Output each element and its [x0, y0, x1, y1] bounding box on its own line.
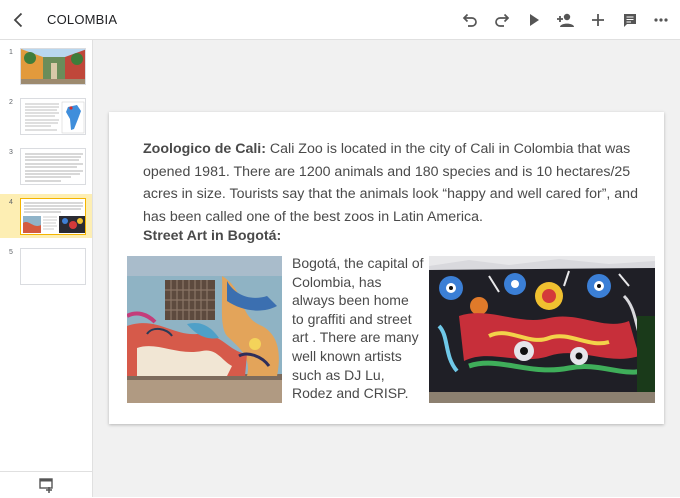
street-art-text[interactable]: Bogotá, the capital of Colombia, has alw…	[292, 254, 424, 403]
sidebar-footer	[0, 471, 92, 497]
back-icon[interactable]	[9, 10, 29, 30]
graffiti-photo[interactable]	[429, 256, 655, 403]
text-only-thumbnail	[20, 148, 86, 185]
slide-thumbnail-2[interactable]: 2	[0, 94, 92, 138]
document-title: COLOMBIA	[47, 12, 118, 27]
add-slide-icon[interactable]	[39, 478, 54, 493]
slide-canvas: Zoologico de Cali: Cali Zoo is located i…	[93, 40, 680, 497]
slide-number: 1	[9, 49, 13, 56]
comment-icon[interactable]	[620, 10, 640, 30]
zoo-heading: Zoologico de Cali:	[143, 141, 266, 157]
slide-thumbnail-5[interactable]: 5	[0, 244, 92, 288]
present-icon[interactable]	[524, 10, 544, 30]
slide-number: 2	[9, 99, 13, 106]
slide-thumbnail-4[interactable]: 4	[0, 194, 92, 238]
insert-icon[interactable]	[588, 10, 608, 30]
zoo-paragraph[interactable]: Zoologico de Cali: Cali Zoo is located i…	[143, 138, 643, 228]
mural-photo[interactable]	[127, 256, 282, 403]
street-photo-thumbnail	[20, 48, 86, 85]
text-with-photos-thumbnail	[20, 198, 86, 235]
text-with-map-thumbnail	[20, 98, 86, 135]
share-icon[interactable]	[556, 10, 576, 30]
street-art-heading[interactable]: Street Art in Bogotá:	[143, 228, 281, 244]
undo-icon[interactable]	[460, 10, 480, 30]
current-slide[interactable]: Zoologico de Cali: Cali Zoo is located i…	[109, 112, 664, 424]
more-icon[interactable]	[651, 10, 671, 30]
redo-icon[interactable]	[492, 10, 512, 30]
slide-number: 3	[9, 149, 13, 156]
slide-thumbnail-panel: 1 2 3 4 5	[0, 40, 93, 497]
top-toolbar: COLOMBIA	[0, 0, 680, 40]
slide-thumbnail-3[interactable]: 3	[0, 144, 92, 188]
slide-number: 5	[9, 249, 13, 256]
slide-thumbnail-1[interactable]: 1	[0, 44, 92, 88]
blank-thumbnail	[20, 248, 86, 285]
slide-number: 4	[9, 199, 13, 206]
